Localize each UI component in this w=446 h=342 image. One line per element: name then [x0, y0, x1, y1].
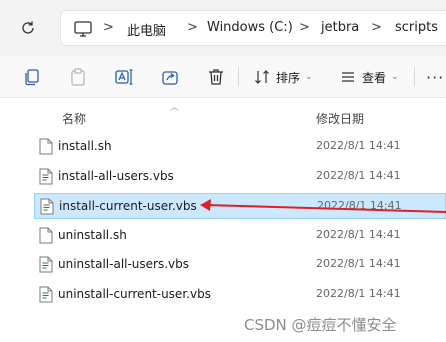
file-modified-date: 2022/8/1 14:41 [316, 257, 401, 270]
script-file-icon [40, 198, 54, 215]
file-modified-date: 2022/8/1 14:41 [317, 199, 402, 212]
view-icon [342, 72, 354, 82]
paste-icon[interactable] [68, 67, 88, 87]
breadcrumb-this-pc[interactable]: 此电脑 [127, 20, 166, 39]
toolbar-divider [414, 67, 415, 87]
file-name: uninstall-current-user.vbs [58, 287, 211, 301]
file-row[interactable]: install.sh 2022/8/1 14:41 [34, 134, 446, 160]
sort-button[interactable]: 排序 ⌄ [254, 65, 313, 89]
file-name: install.sh [58, 139, 112, 153]
file-row[interactable]: uninstall.sh 2022/8/1 14:41 [34, 223, 446, 249]
sort-label: 排序 [276, 70, 301, 85]
view-label: 查看 [362, 70, 387, 85]
file-modified-date: 2022/8/1 14:41 [316, 169, 401, 182]
column-header-modified[interactable]: 修改日期 [316, 110, 364, 127]
file-icon [39, 138, 53, 155]
this-pc-icon [74, 21, 92, 37]
breadcrumb-jetbra[interactable]: jetbra [321, 20, 359, 35]
chevron-down-icon: ⌄ [305, 72, 313, 82]
file-name: install-all-users.vbs [58, 169, 174, 183]
refresh-icon[interactable] [18, 18, 38, 38]
breadcrumb-scripts[interactable]: scripts [395, 20, 438, 35]
copy-icon[interactable] [22, 67, 42, 87]
file-name: uninstall.sh [58, 228, 127, 242]
breadcrumb-separator: > [187, 20, 198, 35]
more-options-button[interactable]: ··· [426, 68, 444, 87]
sort-ascending-icon: ︿ [170, 103, 180, 113]
column-header-name[interactable]: 名称 [62, 110, 86, 127]
address-bar[interactable]: > 此电脑 > Windows (C:) > jetbra > scripts [60, 10, 446, 46]
chevron-down-icon: ⌄ [391, 72, 399, 82]
toolbar-divider [238, 67, 239, 87]
file-name: uninstall-all-users.vbs [58, 257, 190, 271]
file-name: install-current-user.vbs [59, 199, 197, 213]
file-row[interactable]: install-all-users.vbs 2022/8/1 14:41 [34, 164, 446, 190]
breadcrumb-separator: > [371, 20, 382, 35]
rename-icon[interactable] [114, 67, 134, 87]
address-row: > 此电脑 > Windows (C:) > jetbra > scripts [0, 0, 446, 56]
watermark: CSDN @痘痘不懂安全 [244, 316, 397, 334]
script-file-icon [39, 168, 53, 185]
breadcrumb-separator: > [299, 20, 310, 35]
sort-icon [255, 70, 269, 84]
share-icon[interactable] [160, 67, 180, 87]
file-modified-date: 2022/8/1 14:41 [316, 139, 401, 152]
breadcrumb-windows-c[interactable]: Windows (C:) [207, 20, 293, 35]
delete-icon[interactable] [206, 67, 226, 87]
file-row[interactable]: uninstall-current-user.vbs 2022/8/1 14:41 [34, 282, 446, 308]
column-headers: 名称 修改日期 [0, 98, 446, 134]
file-row[interactable]: install-current-user.vbs 2022/8/1 14:41 [34, 193, 446, 219]
breadcrumb-separator: > [103, 20, 114, 35]
script-file-icon [39, 256, 53, 273]
file-modified-date: 2022/8/1 14:41 [316, 287, 401, 300]
file-icon [39, 227, 53, 244]
script-file-icon [39, 286, 53, 303]
file-row[interactable]: uninstall-all-users.vbs 2022/8/1 14:41 [34, 252, 446, 278]
command-bar: 排序 ⌄ 查看 ⌄ ··· [0, 56, 446, 98]
file-modified-date: 2022/8/1 14:41 [316, 228, 401, 241]
view-button[interactable]: 查看 ⌄ [340, 65, 399, 89]
